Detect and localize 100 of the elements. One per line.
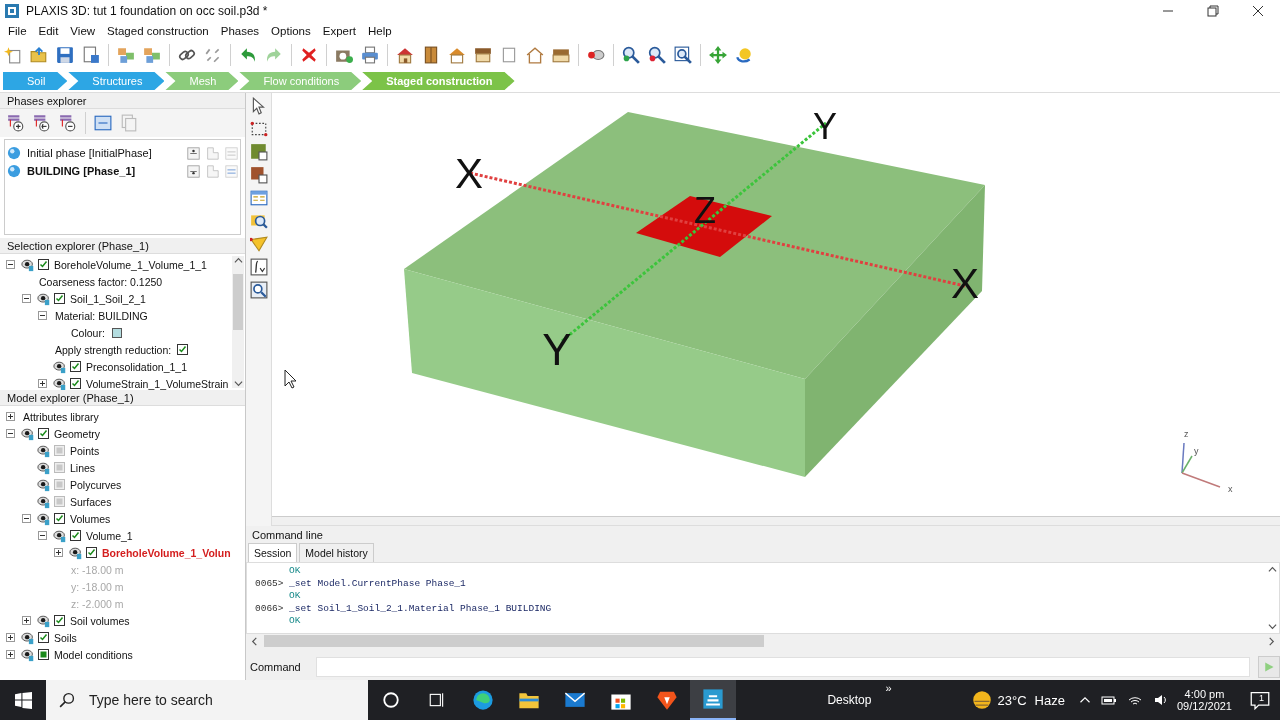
tree-item[interactable]: Preconsolidation_1_1 bbox=[86, 360, 187, 373]
scroll-up-icon[interactable] bbox=[233, 256, 243, 265]
broken-chain-icon[interactable] bbox=[204, 46, 222, 64]
eye-icon[interactable] bbox=[36, 477, 52, 492]
speaker-icon[interactable] bbox=[1152, 692, 1169, 708]
tree-item[interactable]: Soil volumes bbox=[70, 614, 130, 627]
new-project-icon[interactable] bbox=[4, 46, 22, 64]
delete-phase-icon[interactable] bbox=[59, 114, 77, 132]
checkbox[interactable] bbox=[54, 615, 65, 626]
tree-item[interactable]: BoreholeVolume_1_Volun bbox=[102, 546, 231, 559]
insert-phase-icon[interactable] bbox=[33, 114, 51, 132]
eye-icon[interactable] bbox=[20, 647, 36, 662]
box-icon[interactable] bbox=[474, 46, 492, 64]
door-icon[interactable] bbox=[422, 46, 440, 64]
menu-item[interactable]: Help bbox=[362, 25, 398, 37]
clock-date[interactable]: 09/12/2021 bbox=[1176, 700, 1232, 712]
expand-icon[interactable] bbox=[53, 548, 63, 557]
eye-icon[interactable] bbox=[20, 426, 36, 441]
tree-item[interactable]: Soils bbox=[54, 631, 77, 644]
undo-icon[interactable] bbox=[239, 46, 257, 64]
chevron-label[interactable]: » bbox=[885, 682, 892, 694]
phase-item[interactable]: BUILDING [Phase_1] bbox=[27, 165, 181, 177]
task-view-icon[interactable] bbox=[428, 691, 446, 709]
expand-icon[interactable] bbox=[37, 379, 47, 388]
eye-icon[interactable] bbox=[52, 359, 68, 374]
checkbox[interactable] bbox=[70, 361, 81, 372]
tab[interactable]: Session bbox=[248, 543, 298, 562]
tree-item[interactable]: Model conditions bbox=[54, 648, 133, 661]
checkbox[interactable] bbox=[70, 378, 81, 389]
scroll-left-icon[interactable] bbox=[250, 636, 259, 646]
layer-block-icon[interactable] bbox=[249, 143, 268, 161]
menu-item[interactable]: View bbox=[64, 25, 102, 37]
collapse-icon[interactable] bbox=[5, 429, 15, 438]
restore-icon[interactable] bbox=[1206, 5, 1219, 17]
eye-icon[interactable] bbox=[36, 443, 52, 458]
scroll-up-icon[interactable] bbox=[1268, 565, 1277, 574]
checkbox[interactable] bbox=[177, 344, 189, 355]
eye-icon[interactable] bbox=[52, 528, 68, 543]
tree-item[interactable]: Soil_1_Soil_2_1 bbox=[70, 292, 146, 305]
desktop-label[interactable]: Desktop bbox=[827, 693, 872, 707]
tree-item[interactable]: Volume_1 bbox=[86, 529, 133, 542]
triangle-icon[interactable] bbox=[249, 235, 268, 253]
checkbox[interactable] bbox=[70, 530, 81, 541]
table-icon[interactable] bbox=[249, 189, 268, 207]
eye-icon[interactable] bbox=[36, 460, 52, 475]
checkbox[interactable] bbox=[38, 632, 49, 643]
windows-logo-icon[interactable] bbox=[14, 691, 32, 709]
tree-item[interactable]: BoreholeVolume_1_Volume_1_1 bbox=[54, 258, 207, 271]
cut-block-icon[interactable] bbox=[249, 166, 268, 184]
magnifier-icon[interactable] bbox=[249, 212, 268, 230]
checkbox[interactable] bbox=[38, 428, 49, 439]
phase-setting-icon[interactable] bbox=[187, 146, 200, 160]
zoom-box-icon[interactable] bbox=[249, 281, 268, 299]
scroll-right-icon[interactable] bbox=[1267, 636, 1276, 646]
notification-icon[interactable] bbox=[1250, 690, 1270, 710]
search-box[interactable]: Type here to search bbox=[46, 680, 368, 720]
tab[interactable]: Model history bbox=[299, 543, 374, 562]
blocks-icon[interactable] bbox=[117, 46, 135, 64]
phase-setting-icon[interactable] bbox=[187, 164, 200, 178]
collapse-icon[interactable] bbox=[37, 531, 47, 540]
collapse-icon[interactable] bbox=[5, 260, 15, 269]
circle-icon[interactable] bbox=[382, 691, 400, 709]
integral-icon[interactable] bbox=[249, 258, 268, 276]
tree-item[interactable]: VolumeStrain_1_VolumeStrain bbox=[86, 377, 229, 390]
square-icon[interactable] bbox=[500, 46, 518, 64]
document-icon[interactable] bbox=[82, 46, 100, 64]
checkbox[interactable] bbox=[38, 259, 49, 270]
box-icon[interactable] bbox=[552, 46, 570, 64]
menu-item[interactable]: Options bbox=[265, 25, 317, 37]
phase-item[interactable]: Initial phase [InitialPhase] bbox=[27, 147, 181, 159]
add-phase-icon[interactable] bbox=[7, 114, 25, 132]
eye-icon[interactable] bbox=[36, 613, 52, 628]
scrollbar-thumb[interactable] bbox=[264, 635, 764, 647]
tree-item[interactable]: Volumes bbox=[70, 512, 111, 525]
collapse-icon[interactable] bbox=[21, 294, 31, 303]
expand-icon[interactable] bbox=[5, 650, 15, 659]
eye-icon[interactable] bbox=[20, 257, 36, 272]
zoom-in-icon[interactable] bbox=[622, 46, 640, 64]
search-field[interactable]: Type here to search bbox=[87, 691, 368, 709]
scroll-down-icon[interactable] bbox=[233, 379, 243, 388]
eye-icon[interactable] bbox=[68, 545, 84, 560]
printer-icon[interactable] bbox=[361, 46, 379, 64]
checkbox[interactable] bbox=[86, 547, 97, 558]
house-outline-icon[interactable] bbox=[526, 46, 544, 64]
collapse-icon[interactable] bbox=[37, 311, 47, 320]
close-icon[interactable] bbox=[1251, 5, 1264, 17]
tree-item[interactable]: Attributes library bbox=[23, 410, 99, 423]
tree-item[interactable]: Geometry bbox=[54, 427, 101, 440]
expand-icon[interactable] bbox=[21, 616, 31, 625]
zoom-box-icon[interactable] bbox=[674, 46, 692, 64]
house-icon[interactable] bbox=[448, 46, 466, 64]
window-icon[interactable] bbox=[94, 114, 112, 132]
app-logo-icon[interactable] bbox=[702, 688, 724, 710]
menu-item[interactable]: Edit bbox=[32, 25, 65, 37]
eye-icon[interactable] bbox=[52, 376, 68, 390]
menu-item[interactable]: Expert bbox=[316, 25, 362, 37]
menu-item[interactable]: Staged construction bbox=[101, 25, 215, 37]
expand-icon[interactable] bbox=[5, 412, 15, 421]
rotate-icon[interactable] bbox=[735, 46, 753, 64]
command-field[interactable] bbox=[316, 657, 1250, 677]
